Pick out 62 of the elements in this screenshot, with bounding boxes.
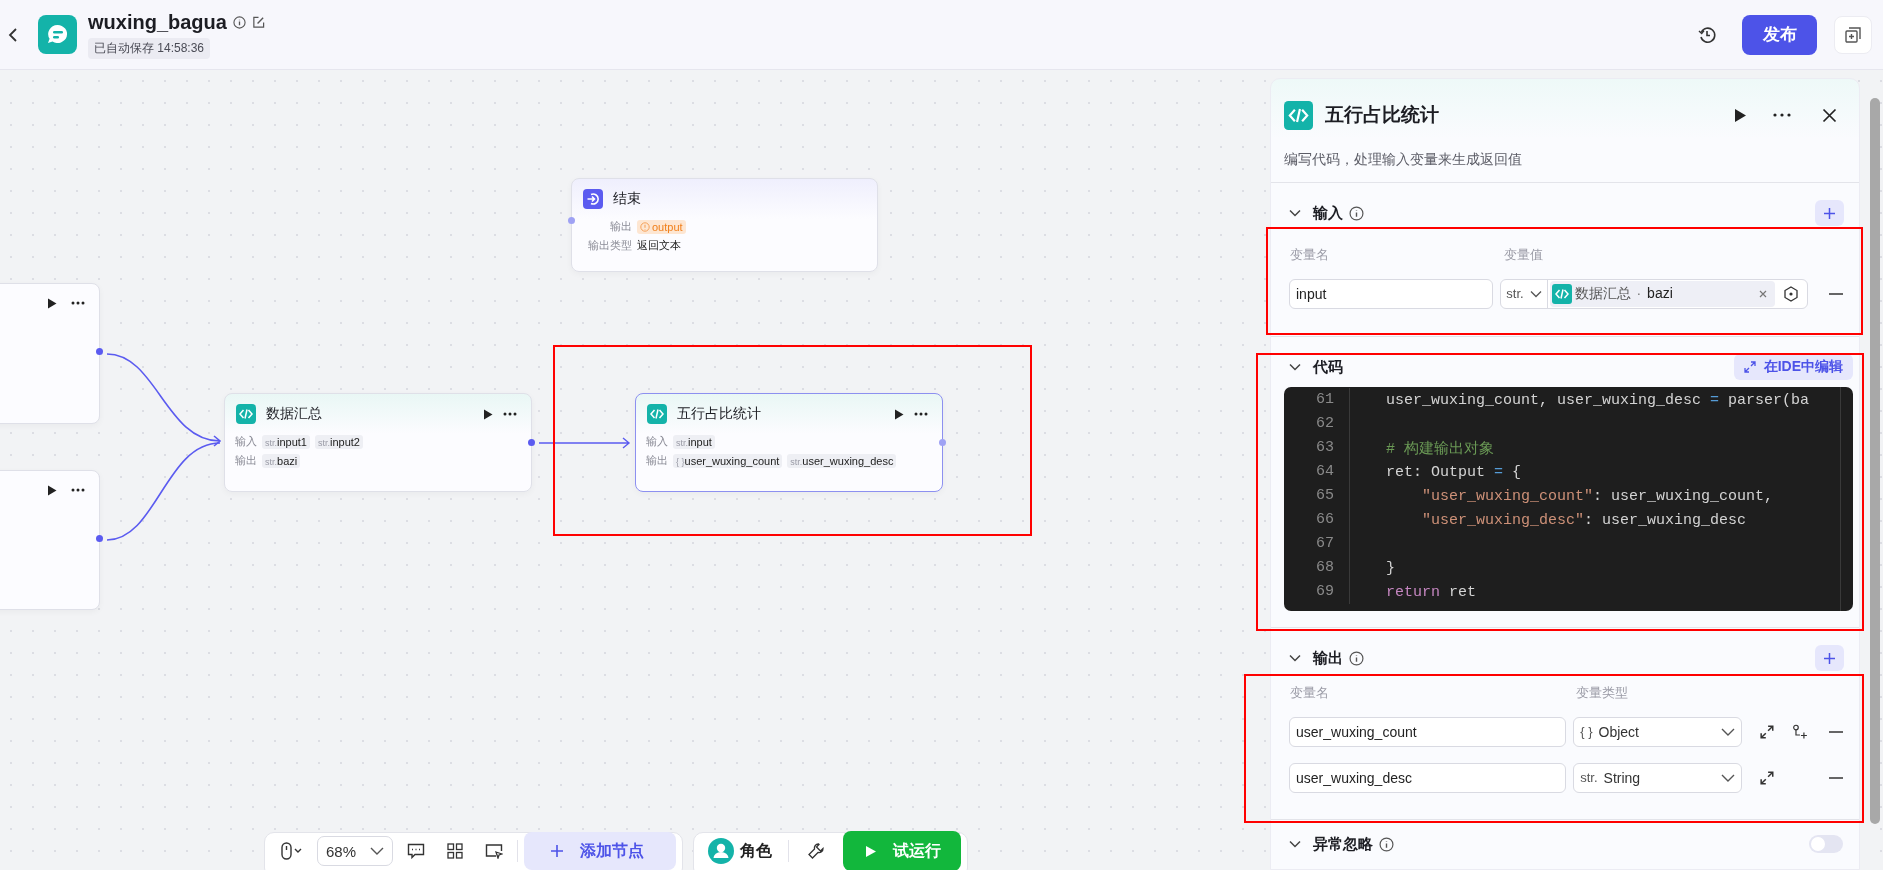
- code-line: user_wuxing_count, user_wuxing_desc = parser(ba: [1385, 391, 1810, 409]
- line-number: 66: [1284, 508, 1350, 532]
- tag-text: str.input2: [318, 435, 360, 448]
- node-title: 数据汇总: [266, 405, 323, 423]
- line-number: 65: [1284, 484, 1350, 508]
- section-title: 代码: [1313, 357, 1343, 377]
- panel-description: 编写代码，处理输入变量来生成返回值: [1271, 147, 1859, 183]
- panel-title: 五行占比统计: [1325, 103, 1440, 127]
- role-button[interactable]: 角色: [702, 837, 779, 865]
- type-select[interactable]: str.: [1501, 279, 1548, 308]
- code-line: "user_wuxing_count": user_wuxing_count,: [1421, 487, 1774, 505]
- tag-text: output: [652, 220, 683, 233]
- column-label: 变量名: [1290, 246, 1330, 264]
- column-label: 变量名: [1290, 684, 1330, 702]
- publish-button[interactable]: 发布: [1742, 14, 1817, 55]
- reference-label: 数据汇总 · bazi: [1574, 284, 1674, 303]
- tag-text: str.input1: [265, 435, 307, 448]
- section-title: 异常忽略: [1313, 834, 1373, 854]
- variable-type-select[interactable]: { } Object: [1573, 716, 1743, 747]
- node-title: 五行占比统计: [677, 405, 762, 423]
- code-line: }: [1385, 559, 1395, 577]
- variable-value-field[interactable]: str. 数据汇总 · bazi: [1500, 278, 1808, 309]
- tag-text: str.bazi: [265, 454, 298, 467]
- edit-in-ide-button[interactable]: 在IDE中编辑: [1733, 354, 1853, 380]
- line-number: 62: [1284, 412, 1350, 436]
- variable-type-select[interactable]: str. String: [1573, 762, 1743, 793]
- workflow-node[interactable]: 数据汇总 输入 str.input1 str.input2 输出 str.bazi: [224, 393, 532, 492]
- zoom-select[interactable]: 68%: [317, 836, 394, 866]
- column-label: 变量值: [1504, 246, 1543, 264]
- row-label: 输出: [235, 453, 257, 468]
- section-title: 输出: [1313, 648, 1343, 668]
- code-line: return ret: [1385, 583, 1477, 601]
- tag-text: str.user_wuxing_desc: [790, 454, 894, 467]
- line-number: 63: [1284, 436, 1350, 460]
- row-label: 输出类型: [587, 238, 632, 253]
- line-number: 64: [1284, 460, 1350, 484]
- code-line: "user_wuxing_desc": user_wuxing_desc: [1421, 511, 1747, 529]
- node-title: 结束: [613, 190, 642, 208]
- variable-name-field[interactable]: input: [1289, 278, 1494, 309]
- line-number: 61: [1284, 388, 1350, 412]
- tag-text: { }user_wuxing_count: [676, 454, 780, 467]
- line-number: 69: [1284, 580, 1350, 604]
- add-node-button[interactable]: 添加节点: [524, 832, 677, 870]
- code-editor[interactable]: 61 user_wuxing_count, user_wuxing_desc = parser(ba 62 63 # 构建输出对象 64 ret: Output = { 65 "user_wuxing_count": user_wuxing_count, 66 "user_wuxing_desc": user_wuxing_desc 67 68 } 69 return ret: [1284, 387, 1853, 611]
- line-number: 68: [1284, 556, 1350, 580]
- line-number: 67: [1284, 532, 1350, 556]
- variable-name-field[interactable]: user_wuxing_count: [1289, 716, 1567, 747]
- workflow-node[interactable]: 结束 输出 output 输出类型 返回文本: [571, 178, 878, 272]
- section-title: 输入: [1313, 203, 1343, 223]
- row-label: 输出: [609, 219, 632, 234]
- bot-title: wuxing_bagua: [88, 10, 227, 34]
- autosave-status: 已自动保存 14:58:36: [88, 37, 211, 59]
- column-label: 变量类型: [1576, 684, 1628, 702]
- variable-name-field[interactable]: user_wuxing_desc: [1289, 762, 1567, 793]
- tag-text: str.input: [676, 435, 712, 448]
- code-line: # 构建输出对象: [1385, 439, 1494, 458]
- workflow-node[interactable]: 五行占比统计 输入 str.input 输出 { }user_wuxing_count str.user_wuxing_desc: [635, 393, 943, 492]
- row-label: 输入: [235, 434, 257, 449]
- row-label: 输入: [646, 434, 668, 449]
- row-value: 返回文本: [637, 238, 681, 253]
- code-line: ret: Output = {: [1385, 463, 1522, 481]
- row-label: 输出: [646, 453, 668, 468]
